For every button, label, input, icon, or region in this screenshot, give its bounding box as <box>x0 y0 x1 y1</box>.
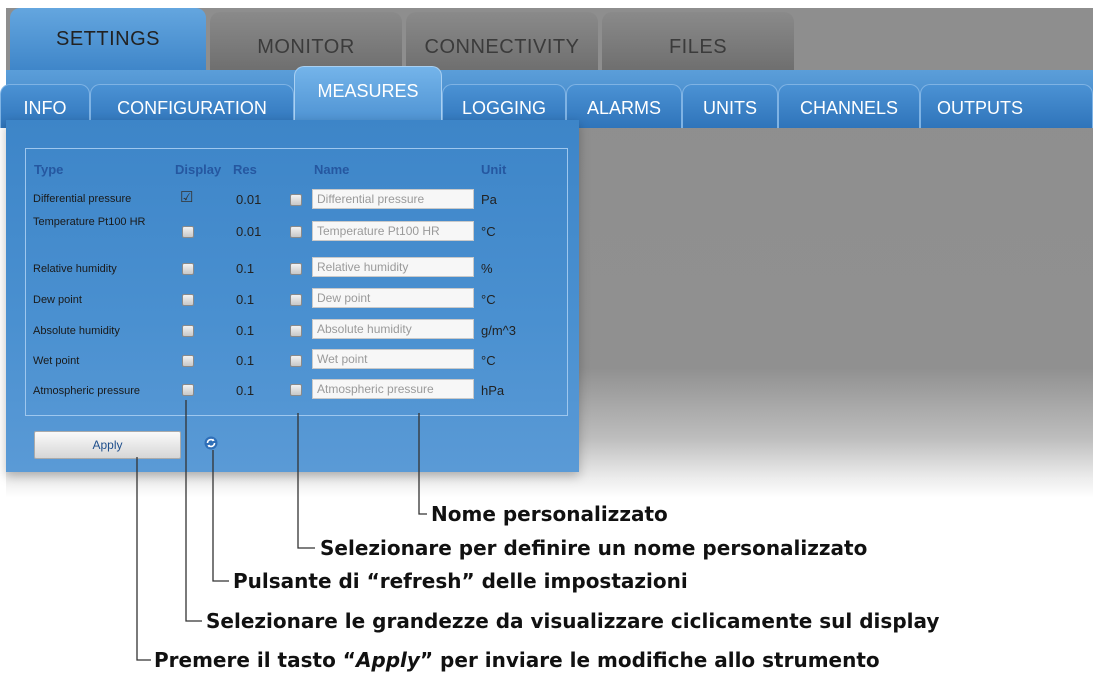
callout-select-custom-name: Selezionare per definire un nome persona… <box>320 536 868 560</box>
callout-custom-name: Nome personalizzato <box>431 502 668 526</box>
callout-apply: Premere il tasto “Apply” per inviare le … <box>154 648 880 672</box>
callout-refresh-settings: Pulsante di “refresh” delle impostazioni <box>233 569 688 593</box>
callout-select-display: Selezionare le grandezze da visualizzare… <box>206 609 940 633</box>
callout-apply-prefix: Premere il tasto “ <box>154 648 356 672</box>
callout-apply-word: Apply <box>355 648 420 672</box>
callout-apply-suffix: ” per inviare le modifiche allo strument… <box>419 648 880 672</box>
